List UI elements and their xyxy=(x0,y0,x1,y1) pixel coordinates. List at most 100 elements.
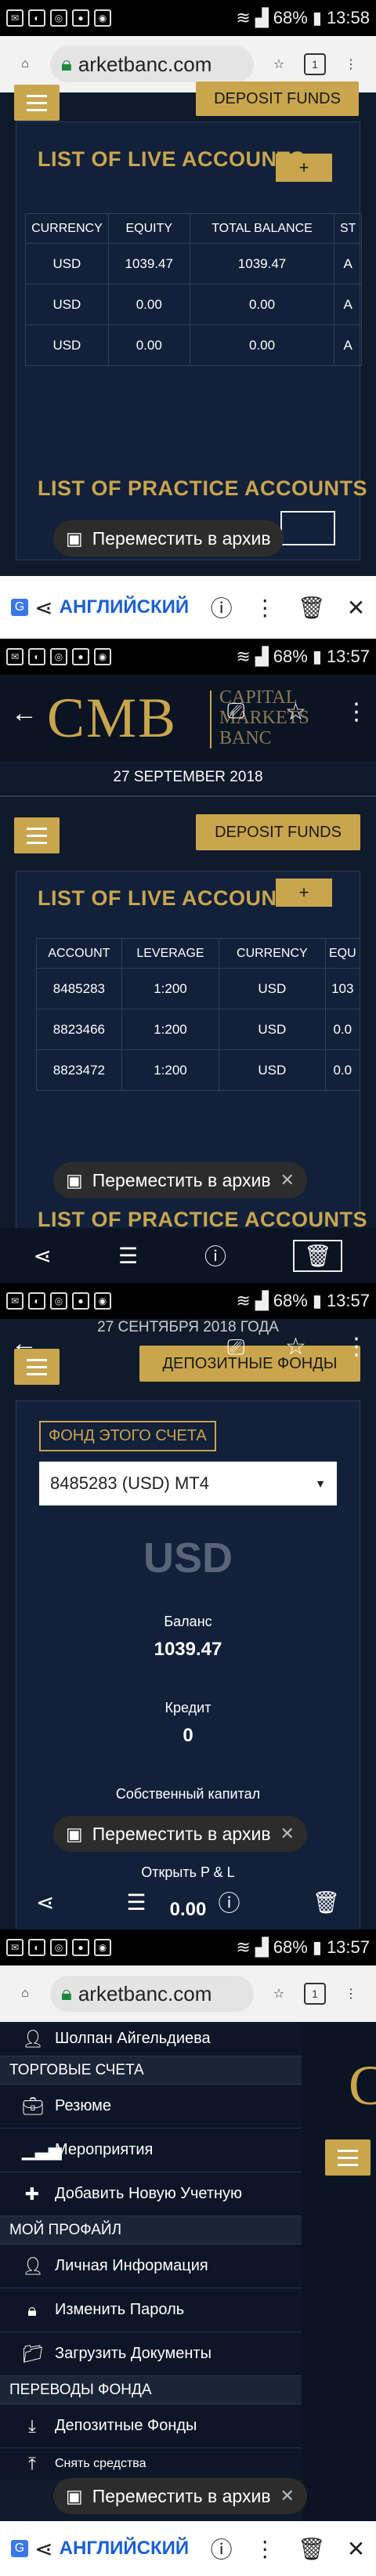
table-row[interactable]: 8485283 1:200 USD 103 xyxy=(36,968,361,1009)
logo-mark: CMB xyxy=(47,687,178,749)
more-menu-icon[interactable]: ⋮ xyxy=(345,1333,368,1360)
balance-label: Баланс xyxy=(164,1614,212,1629)
menu-user[interactable]: 👤︎ Шолпан Айгельдиева xyxy=(0,2022,302,2056)
info-icon[interactable]: ⓘ xyxy=(211,592,233,623)
user-icon: 👤︎ xyxy=(22,2028,44,2049)
info-icon[interactable]: ⓘ xyxy=(211,2533,233,2564)
account-select[interactable]: 8485283 (USD) MT4 ▼ xyxy=(39,1462,337,1505)
equity-label: Собственный капитал xyxy=(115,1786,261,1802)
cell-status: A xyxy=(334,243,362,284)
table-row[interactable]: USD 0.00 0.00 A xyxy=(25,284,362,325)
cell-account[interactable]: 8823472 xyxy=(36,1049,122,1091)
table-row[interactable]: USD 1039.47 1039.47 A xyxy=(25,243,362,284)
menu-item-deposit-funds[interactable]: ⤓ Депозитные Фонды xyxy=(0,2404,302,2448)
home-icon[interactable]: ⌂ xyxy=(11,50,39,78)
tabs-icon[interactable]: 1 xyxy=(304,53,326,75)
share-icon[interactable]: ⋖ xyxy=(34,595,52,621)
notification-icon: ◎ xyxy=(50,1292,67,1310)
status-bar: ✉ ◐ ◎ ● ◉ ≋ ▟ 68% ▮ 13:58 xyxy=(0,0,376,36)
add-live-account-button[interactable]: + xyxy=(276,154,332,182)
close-icon[interactable]: ✕ xyxy=(280,2486,295,2506)
more-menu-icon[interactable]: ⋮ xyxy=(337,50,365,78)
bookmark-star-icon[interactable]: ☆ xyxy=(285,1333,306,1360)
close-icon[interactable]: ✕ xyxy=(280,1170,295,1190)
hamburger-menu-button[interactable] xyxy=(325,2139,371,2176)
archive-snackbar[interactable]: ▣ Переместить в архив xyxy=(53,520,284,556)
archive-snackbar[interactable]: ▣ Переместить в архив ✕ xyxy=(53,2478,307,2514)
cell-account[interactable]: 8485283 xyxy=(36,968,122,1009)
delete-icon[interactable]: 🗑︎ xyxy=(298,595,326,621)
tabs-icon[interactable]: 1 xyxy=(304,1983,326,2005)
info-icon[interactable]: ⓘ xyxy=(204,1240,226,1271)
delete-icon[interactable]: 🗑︎ xyxy=(292,1239,343,1272)
more-options-icon[interactable]: ⋮ xyxy=(254,595,276,621)
hamburger-menu-button[interactable] xyxy=(14,817,60,853)
deposit-funds-button[interactable]: ДЕПОЗИТНЫЕ ФОНДЫ xyxy=(139,1346,360,1382)
column-header: CURRENCY xyxy=(25,213,109,244)
language-label[interactable]: АНГЛИЙСКИЙ xyxy=(60,2538,190,2560)
home-icon[interactable]: ⌂ xyxy=(11,1980,39,2008)
translate-icon[interactable]: G xyxy=(10,599,29,616)
share-icon[interactable]: ⋖ xyxy=(33,1243,51,1269)
cell-currency: USD xyxy=(25,243,109,284)
adjust-icon[interactable]: ☰ xyxy=(118,1243,138,1269)
wifi-icon: ≋ xyxy=(236,647,251,666)
cell-leverage: 1:200 xyxy=(121,1009,220,1050)
close-icon[interactable]: ✕ xyxy=(347,595,365,621)
add-live-account-button[interactable]: + xyxy=(276,879,332,907)
close-icon[interactable]: ✕ xyxy=(347,2536,365,2562)
live-accounts-title: LIST OF LIVE ACCOUNTS xyxy=(38,886,305,910)
table-row[interactable]: 8823472 1:200 USD 0.0 xyxy=(36,1049,361,1091)
cell-equity: 0.0 xyxy=(324,1049,361,1091)
bookmark-star-icon[interactable]: ☆ xyxy=(265,50,293,78)
menu-item-add-account[interactable]: ✚ Добавить Новую Учетную xyxy=(0,2172,302,2216)
address-bar[interactable]: 🔒︎ arketbanc.com xyxy=(50,1976,254,2012)
snackbar-text: Переместить в архив xyxy=(92,2485,271,2506)
back-arrow-icon[interactable]: ← xyxy=(11,698,38,729)
status-bar: ✉ ◐ ◎ ● ◉ ≋ ▟ 68% ▮ 13:57 xyxy=(0,1929,376,1966)
side-menu: 👤︎ Шолпан Айгельдиева ТОРГОВЫЕ СЧЕТА 💼︎ … xyxy=(0,2022,302,2480)
more-options-icon[interactable]: ⋮ xyxy=(254,2536,276,2562)
translate-icon[interactable]: G xyxy=(10,2540,29,2557)
menu-item-change-password[interactable]: 🔒︎ Изменить Пароль xyxy=(0,2288,302,2332)
bookmark-star-icon[interactable]: ☆ xyxy=(285,698,306,726)
table-row[interactable]: USD 0.00 0.00 A xyxy=(25,324,362,366)
currency-label: USD xyxy=(143,1534,233,1581)
close-icon[interactable]: ✕ xyxy=(280,1824,295,1844)
menu-item-upload-docs[interactable]: 📁︎ Загрузить Документы xyxy=(0,2332,302,2376)
hamburger-menu-button[interactable] xyxy=(14,85,60,121)
share-icon[interactable]: ⋖ xyxy=(34,2536,52,2562)
menu-item-summary[interactable]: 💼︎ Резюме xyxy=(0,2085,302,2129)
archive-snackbar[interactable]: ▣ Переместить в архив ✕ xyxy=(53,1816,307,1852)
logo-divider xyxy=(210,690,212,748)
archive-snackbar[interactable]: ▣ Переместить в архив ✕ xyxy=(53,1162,307,1198)
notification-icon: ✉ xyxy=(6,648,24,665)
delete-icon[interactable]: 🗑︎ xyxy=(298,2536,326,2562)
cast-icon[interactable]: ⎚ xyxy=(227,1335,244,1360)
language-label[interactable]: АНГЛИЙСКИЙ xyxy=(60,596,190,618)
menu-item-label: Загрузить Документы xyxy=(55,2345,212,2362)
deposit-funds-button[interactable]: DEPOSIT FUNDS xyxy=(196,814,360,850)
address-bar[interactable]: 🔒︎ arketbanc.com xyxy=(50,46,254,82)
menu-item-events[interactable]: ▁▃▅ Мероприятия xyxy=(0,2129,302,2172)
cell-account[interactable]: 8823466 xyxy=(36,1009,122,1050)
outline-button[interactable] xyxy=(280,511,335,545)
cast-icon[interactable]: ⎚ xyxy=(227,698,244,724)
menu-item-personal-info[interactable]: 👤︎ Личная Информация xyxy=(0,2244,302,2288)
more-menu-icon[interactable]: ⋮ xyxy=(337,1980,365,2008)
deposit-funds-button[interactable]: DEPOSIT FUNDS xyxy=(196,82,359,116)
table-row[interactable]: 8823466 1:200 USD 0.0 xyxy=(36,1009,361,1050)
screenshot-panel-1: ✉ ◐ ◎ ● ◉ ≋ ▟ 68% ▮ 13:58 ⌂ 🔒︎ arketbanc… xyxy=(0,0,376,639)
page-background: C xyxy=(302,2022,376,2576)
dropdown-arrow-icon: ▼ xyxy=(315,1477,326,1490)
divider xyxy=(0,795,376,797)
url-text: arketbanc.com xyxy=(78,1981,212,2005)
more-menu-icon[interactable]: ⋮ xyxy=(345,698,368,726)
wifi-icon: ≋ xyxy=(236,8,251,27)
hamburger-menu-button[interactable] xyxy=(14,1349,60,1385)
bookmark-star-icon[interactable]: ☆ xyxy=(265,1980,293,2008)
cell-currency: USD xyxy=(219,1049,326,1091)
menu-item-withdraw-funds[interactable]: ⤒ Снять средства xyxy=(0,2448,302,2480)
upload-icon: ⤒ xyxy=(28,2454,36,2473)
notification-icon: ◉ xyxy=(94,1939,111,1956)
